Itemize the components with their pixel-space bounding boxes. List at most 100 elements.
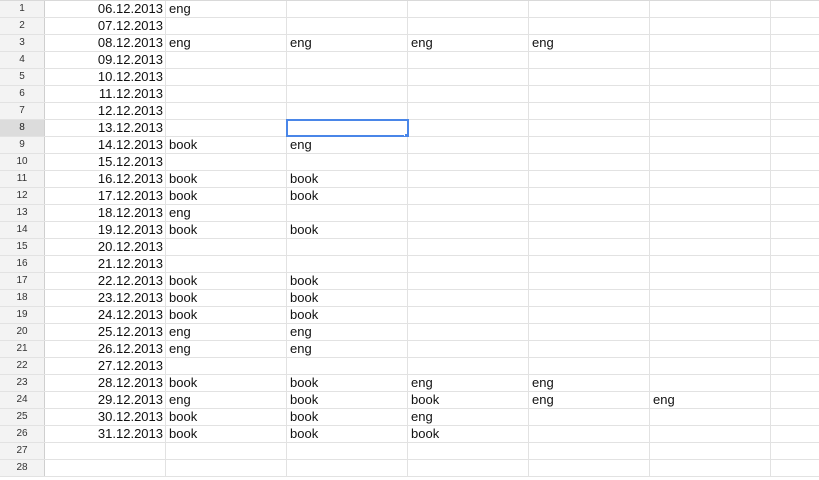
row-header[interactable]: 13 (0, 205, 45, 221)
cell[interactable] (287, 460, 408, 476)
selected-cell[interactable] (286, 119, 409, 137)
cell[interactable]: book (408, 392, 529, 408)
cell[interactable]: book (166, 171, 287, 187)
cell[interactable]: 19.12.2013 (45, 222, 166, 238)
cell[interactable] (771, 86, 819, 102)
row-header-active[interactable]: 8 (0, 120, 45, 136)
cell[interactable] (650, 324, 771, 340)
cell[interactable] (650, 171, 771, 187)
cell[interactable]: eng (529, 392, 650, 408)
cell[interactable]: eng (529, 375, 650, 391)
cell[interactable] (529, 171, 650, 187)
cell[interactable]: 30.12.2013 (45, 409, 166, 425)
cell[interactable] (771, 35, 819, 51)
cell[interactable] (529, 103, 650, 119)
cell[interactable] (650, 52, 771, 68)
cell[interactable] (408, 154, 529, 170)
cell[interactable] (529, 273, 650, 289)
cell[interactable]: 08.12.2013 (45, 35, 166, 51)
cell[interactable] (45, 443, 166, 459)
cell[interactable] (287, 103, 408, 119)
cell[interactable] (771, 205, 819, 221)
cell[interactable] (650, 18, 771, 34)
cell[interactable] (771, 409, 819, 425)
cell[interactable] (166, 69, 287, 85)
row-header[interactable]: 17 (0, 273, 45, 289)
cell[interactable] (771, 426, 819, 442)
cell[interactable] (771, 443, 819, 459)
cell[interactable] (650, 256, 771, 272)
cell[interactable] (408, 273, 529, 289)
cell[interactable] (408, 137, 529, 153)
cell[interactable]: book (166, 290, 287, 306)
cell[interactable] (650, 358, 771, 374)
cell[interactable] (771, 460, 819, 476)
cell[interactable] (166, 443, 287, 459)
cell[interactable] (650, 239, 771, 255)
cell[interactable]: eng (408, 409, 529, 425)
cell[interactable]: 17.12.2013 (45, 188, 166, 204)
cell[interactable]: 29.12.2013 (45, 392, 166, 408)
row-header[interactable]: 27 (0, 443, 45, 459)
cell[interactable]: book (287, 290, 408, 306)
cell[interactable] (771, 120, 819, 136)
cell[interactable] (529, 137, 650, 153)
row-header[interactable]: 23 (0, 375, 45, 391)
cell[interactable]: eng (408, 35, 529, 51)
cell[interactable] (287, 205, 408, 221)
cell[interactable] (408, 52, 529, 68)
cell[interactable] (650, 273, 771, 289)
cell[interactable] (166, 18, 287, 34)
cell[interactable]: 24.12.2013 (45, 307, 166, 323)
cell[interactable] (408, 324, 529, 340)
cell[interactable]: eng (408, 375, 529, 391)
cell[interactable] (650, 35, 771, 51)
cell[interactable] (287, 256, 408, 272)
cell[interactable]: eng (650, 392, 771, 408)
cell[interactable]: book (166, 222, 287, 238)
cell[interactable]: 25.12.2013 (45, 324, 166, 340)
cell[interactable] (771, 137, 819, 153)
cell[interactable] (650, 443, 771, 459)
row-header[interactable]: 10 (0, 154, 45, 170)
cell[interactable] (771, 324, 819, 340)
cell[interactable]: eng (166, 205, 287, 221)
row-header[interactable]: 24 (0, 392, 45, 408)
cell[interactable] (771, 18, 819, 34)
cell[interactable] (166, 52, 287, 68)
cell[interactable] (529, 52, 650, 68)
row-header[interactable]: 4 (0, 52, 45, 68)
cell[interactable]: book (408, 426, 529, 442)
cell[interactable] (408, 171, 529, 187)
cell[interactable] (529, 324, 650, 340)
cell[interactable] (650, 426, 771, 442)
cell[interactable] (408, 1, 529, 17)
cell[interactable] (650, 341, 771, 357)
row-header[interactable]: 5 (0, 69, 45, 85)
cell[interactable] (771, 341, 819, 357)
cell[interactable] (45, 460, 166, 476)
fill-handle[interactable] (404, 133, 407, 136)
row-header[interactable]: 21 (0, 341, 45, 357)
cell[interactable] (529, 188, 650, 204)
cell[interactable]: book (166, 375, 287, 391)
cell[interactable] (529, 409, 650, 425)
cell[interactable]: 23.12.2013 (45, 290, 166, 306)
cell[interactable] (166, 154, 287, 170)
cell[interactable] (529, 358, 650, 374)
cell[interactable] (287, 52, 408, 68)
cell[interactable] (771, 222, 819, 238)
cell[interactable] (529, 69, 650, 85)
cell[interactable]: eng (287, 324, 408, 340)
cell[interactable]: 11.12.2013 (45, 86, 166, 102)
cell[interactable] (771, 171, 819, 187)
cell[interactable] (650, 409, 771, 425)
row-header[interactable]: 9 (0, 137, 45, 153)
cell[interactable] (287, 443, 408, 459)
cell[interactable] (771, 103, 819, 119)
cell[interactable] (650, 69, 771, 85)
cell[interactable] (771, 239, 819, 255)
cell[interactable] (529, 154, 650, 170)
row-header[interactable]: 6 (0, 86, 45, 102)
row-header[interactable]: 20 (0, 324, 45, 340)
